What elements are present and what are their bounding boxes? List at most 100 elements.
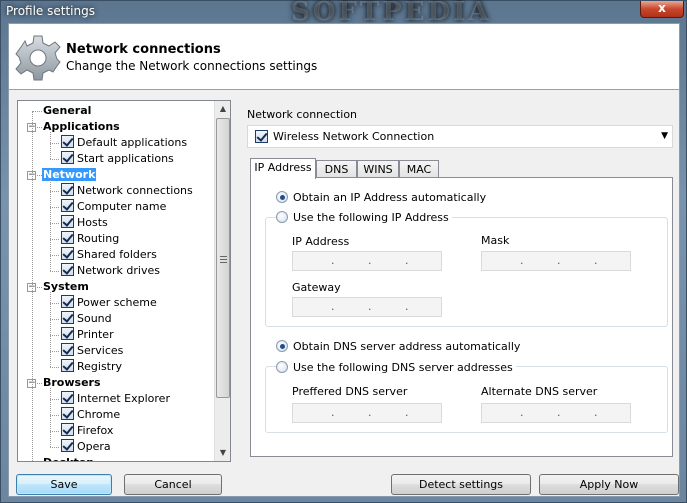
tree-category-label: General: [43, 104, 92, 117]
ip-address-field[interactable]: ...: [292, 251, 442, 271]
tab-dns[interactable]: DNS: [316, 160, 357, 178]
tree-connector: [50, 447, 59, 448]
tree-item[interactable]: Start applications: [61, 151, 174, 167]
ip-address-label: IP Address: [292, 235, 350, 248]
tree-item-checkbox[interactable]: [61, 215, 74, 228]
apply-now-button[interactable]: Apply Now: [539, 474, 679, 495]
ip-auto-radio[interactable]: [276, 191, 288, 203]
dns-manual-radio[interactable]: [276, 361, 288, 373]
tree-item-checkbox[interactable]: [61, 391, 74, 404]
scroll-up-icon[interactable]: ▲: [215, 101, 230, 117]
tree-item-label: Routing: [77, 232, 120, 245]
header-subtitle: Change the Network connections settings: [66, 59, 318, 73]
tree-connector: [37, 287, 42, 288]
tree-item-checkbox[interactable]: [61, 263, 74, 276]
tree-content: General Applications − Default applications…: [18, 101, 214, 461]
mask-label: Mask: [481, 234, 510, 247]
tree-connector: [50, 132, 51, 159]
tree-connector: [50, 367, 59, 368]
gateway-field[interactable]: ...: [292, 297, 442, 317]
tree-item[interactable]: Services: [61, 343, 123, 359]
tree-item-checkbox[interactable]: [61, 359, 74, 372]
scroll-down-icon[interactable]: ▼: [215, 445, 230, 461]
cancel-button[interactable]: Cancel: [124, 474, 222, 495]
network-connection-dropdown[interactable]: Wireless Network Connection ▼: [247, 125, 673, 148]
dns-auto-option[interactable]: Obtain DNS server address automatically: [276, 339, 520, 355]
tree-scrollbar[interactable]: ▲ ▼: [214, 101, 230, 461]
tree-category-applications[interactable]: Applications: [42, 119, 121, 135]
alternate-dns-field[interactable]: ...: [481, 403, 631, 423]
chevron-down-icon: ▼: [661, 131, 668, 141]
tree-item[interactable]: Network connections: [61, 183, 193, 199]
tree-item-checkbox[interactable]: [61, 343, 74, 356]
client-area: Network connections Change the Network c…: [8, 23, 680, 497]
tree-category-general[interactable]: General: [42, 103, 92, 119]
tree-connector: [50, 223, 59, 224]
tree-connector: [37, 127, 42, 128]
tree-item[interactable]: Chrome: [61, 407, 120, 423]
gear-icon: [15, 35, 61, 81]
tab-wins[interactable]: WINS: [357, 160, 399, 178]
tree-item-checkbox[interactable]: [61, 407, 74, 420]
gateway-label: Gateway: [292, 281, 341, 294]
close-button[interactable]: x: [640, 1, 684, 18]
tree-item-checkbox[interactable]: [61, 311, 74, 324]
tree-item-label: Printer: [77, 328, 114, 341]
tree-connector: [37, 383, 42, 384]
tab-ip-address[interactable]: IP Address: [250, 158, 316, 179]
tree-item-checkbox[interactable]: [61, 151, 74, 164]
tree-item[interactable]: Computer name: [61, 199, 166, 215]
tree-item-checkbox[interactable]: [61, 135, 74, 148]
network-connection-label: Network connection: [247, 108, 358, 121]
tree-item-checkbox[interactable]: [61, 295, 74, 308]
tree-item[interactable]: Power scheme: [61, 295, 157, 311]
connection-checkbox[interactable]: [255, 130, 268, 143]
tab-mac[interactable]: MAC: [399, 160, 439, 178]
tree-item[interactable]: Printer: [61, 327, 114, 343]
tree-item[interactable]: Opera: [61, 439, 111, 455]
tree-item-checkbox[interactable]: [61, 199, 74, 212]
tree-connector: [37, 175, 42, 176]
preferred-dns-field[interactable]: ...: [292, 403, 442, 423]
tree-connector: [50, 399, 59, 400]
tree-item[interactable]: Registry: [61, 359, 122, 375]
ip-manual-label: Use the following IP Address: [293, 211, 449, 224]
tree-item[interactable]: Hosts: [61, 215, 108, 231]
tree-item-checkbox[interactable]: [61, 423, 74, 436]
tree-item-checkbox[interactable]: [61, 231, 74, 244]
tree-item-checkbox[interactable]: [61, 439, 74, 452]
tree-item[interactable]: Internet Explorer: [61, 391, 170, 407]
tree-item[interactable]: Shared folders: [61, 247, 157, 263]
tree-connector: [50, 191, 59, 192]
scroll-thumb[interactable]: [216, 118, 230, 398]
dns-auto-radio[interactable]: [276, 340, 288, 352]
ip-manual-option[interactable]: Use the following IP Address: [276, 210, 452, 226]
tree-category-desktop[interactable]: Desktop: [42, 455, 95, 461]
alternate-dns-label: Alternate DNS server: [481, 385, 598, 398]
tree-item-label: Services: [77, 344, 124, 357]
tree-connector: [50, 292, 51, 367]
tree-item[interactable]: Default applications: [61, 135, 187, 151]
title-bar[interactable]: Profile settings SOFTPEDIA: [1, 0, 686, 27]
tree-item[interactable]: Sound: [61, 311, 112, 327]
save-button[interactable]: Save: [16, 474, 112, 495]
tree-item[interactable]: Firefox: [61, 423, 113, 439]
tree-connector: [50, 319, 59, 320]
tree-item-label: Firefox: [77, 424, 114, 437]
ip-auto-option[interactable]: Obtain an IP Address automatically: [276, 190, 486, 206]
tree-item[interactable]: Network drives: [61, 263, 160, 279]
dns-manual-option[interactable]: Use the following DNS server addresses: [276, 360, 516, 376]
tree-category-label: Applications: [43, 120, 120, 133]
tree-item-checkbox[interactable]: [61, 327, 74, 340]
tree-item-checkbox[interactable]: [61, 183, 74, 196]
ip-manual-radio[interactable]: [276, 211, 288, 223]
tree-item-checkbox[interactable]: [61, 247, 74, 260]
tree-connector: [50, 415, 59, 416]
mask-field[interactable]: ...: [481, 251, 631, 271]
tree-item-label: Computer name: [77, 200, 167, 213]
ip-auto-label: Obtain an IP Address automatically: [293, 191, 487, 204]
profile-settings-window: Profile settings SOFTPEDIA x Network con…: [0, 0, 687, 503]
detect-settings-button[interactable]: Detect settings: [391, 474, 531, 495]
tree-connector: [50, 388, 51, 447]
tree-item[interactable]: Routing: [61, 231, 119, 247]
